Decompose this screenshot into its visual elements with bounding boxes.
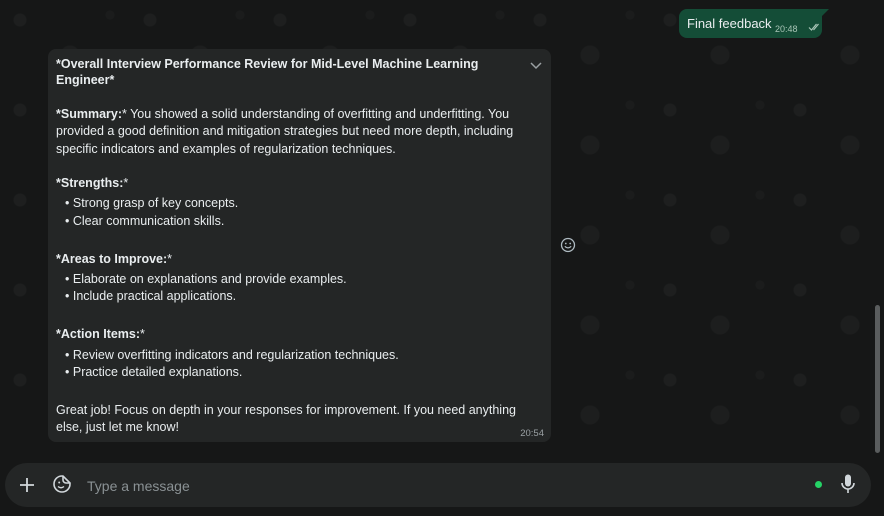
emoji-reaction-icon[interactable] (560, 237, 576, 253)
summary-line: specific indicators and examples of regu… (56, 142, 396, 156)
review-title: *Overall Interview Performance Review fo… (56, 57, 479, 71)
summary-line: *Summary:* You showed a solid understand… (56, 107, 510, 121)
bubble-tail (821, 9, 829, 17)
closing-line: Great job! Focus on depth in your respon… (56, 403, 516, 417)
list-item: • Review overfitting indicators and regu… (65, 348, 399, 362)
review-title-cont: Engineer* (56, 73, 115, 87)
incoming-message[interactable]: *Overall Interview Performance Review fo… (48, 49, 551, 442)
message-time: 20:54 (520, 428, 544, 439)
message-input[interactable] (85, 472, 789, 500)
chevron-down-icon[interactable] (529, 58, 543, 72)
list-item: • Include practical applications. (65, 289, 237, 303)
sticker-icon[interactable] (52, 474, 72, 494)
actions-heading: *Action Items:* (56, 327, 145, 341)
message-text: Final feedback (687, 16, 772, 31)
list-item: • Practice detailed explanations. (65, 365, 243, 379)
scrollbar[interactable] (875, 305, 880, 453)
list-item: • Elaborate on explanations and provide … (65, 272, 347, 286)
message-composer (5, 463, 871, 507)
double-check-icon (808, 23, 819, 31)
list-item: • Strong grasp of key concepts. (65, 196, 239, 210)
plus-icon[interactable] (17, 475, 37, 495)
list-item: • Clear communication skills. (65, 214, 225, 228)
status-dot (815, 481, 822, 488)
closing-line: else, just let me know! (56, 420, 179, 434)
strengths-heading: *Strengths:* (56, 176, 129, 190)
chat-area: Final feedback 20:48 *Overall Interview … (0, 0, 884, 460)
microphone-icon[interactable] (839, 473, 857, 495)
message-time: 20:48 (775, 24, 798, 34)
summary-line: provided a good definition and mitigatio… (56, 124, 514, 138)
outgoing-message[interactable]: Final feedback 20:48 (679, 9, 829, 38)
improve-heading: *Areas to Improve:* (56, 252, 173, 266)
